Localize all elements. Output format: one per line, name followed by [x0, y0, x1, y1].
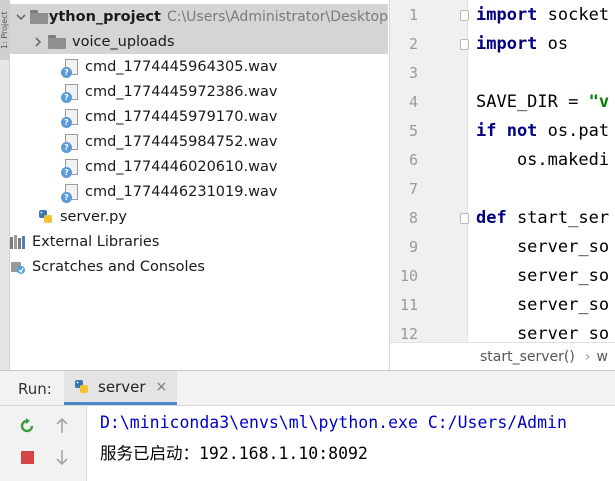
tab-label: server	[98, 377, 146, 396]
unknown-file-icon: ?	[61, 133, 78, 153]
project-name: python_project	[38, 8, 161, 25]
line-number: 4	[408, 93, 418, 111]
unknown-file-icon: ?	[61, 183, 78, 203]
scratches-icon	[10, 259, 26, 275]
code-line: os.makedi	[476, 150, 610, 170]
file-name: cmd_1774445984752.wav	[85, 133, 278, 150]
run-label: Run:	[18, 380, 52, 398]
stop-icon[interactable]	[17, 447, 37, 467]
folder-icon	[30, 9, 46, 24]
chevron-right-icon: ›	[584, 349, 591, 365]
code-line: import os	[476, 34, 569, 54]
code-line: import socket	[476, 5, 610, 25]
unknown-file-icon: ?	[61, 108, 78, 128]
code-line: server_so	[476, 266, 610, 286]
close-icon[interactable]: ×	[155, 379, 167, 395]
code-line: server_so	[476, 237, 610, 257]
scratches-label: Scratches and Consoles	[32, 258, 205, 275]
line-number: 3	[408, 64, 418, 82]
chevron-right-icon[interactable]	[32, 36, 44, 48]
console-tools	[0, 406, 87, 481]
file-name: cmd_1774445979170.wav	[85, 108, 278, 125]
line-number: 9	[408, 238, 418, 256]
chevron-down-icon[interactable]	[16, 11, 26, 23]
tree-folder-voice-uploads[interactable]: voice_uploads	[10, 29, 388, 54]
console-line: 服务已启动：192.168.1.10:8092	[100, 444, 368, 463]
line-number: 10	[399, 267, 418, 285]
project-tree: python_project C:\Users\Administrator\De…	[10, 0, 388, 370]
tree-external-libraries[interactable]: External Libraries	[10, 229, 388, 254]
code-line: server so	[476, 324, 610, 344]
arrow-down-icon[interactable]	[52, 447, 72, 467]
tree-file-row[interactable]: ? cmd_1774446020610.wav	[10, 154, 388, 179]
tree-file-row[interactable]: ? cmd_1774445984752.wav	[10, 129, 388, 154]
arrow-up-icon[interactable]	[52, 416, 72, 436]
run-toolbar: Run: server ×	[0, 371, 615, 406]
tab-server[interactable]: server ×	[64, 371, 178, 405]
breadcrumb-item[interactable]: w	[596, 349, 607, 365]
code-line: SAVE_DIR = "v	[476, 92, 610, 112]
line-number: 5	[408, 122, 418, 140]
tree-file-row[interactable]: ? cmd_1774445972386.wav	[10, 79, 388, 104]
line-number: 12	[399, 325, 418, 343]
line-number: 7	[408, 180, 418, 198]
unknown-file-icon: ?	[61, 158, 78, 178]
line-number: 6	[408, 151, 418, 169]
project-path: C:\Users\Administrator\Desktop	[166, 8, 388, 25]
tree-file-row[interactable]: ? cmd_1774445964305.wav	[10, 54, 388, 79]
tree-file-row[interactable]: ? cmd_1774446231019.wav	[10, 179, 388, 204]
folder-name: voice_uploads	[72, 33, 175, 50]
code-editor[interactable]: 1 2 3 4 5 6 7 8 9 10 11 12 import socket…	[390, 0, 615, 370]
file-name: cmd_1774445972386.wav	[85, 83, 278, 100]
code-line: if not os.pat	[476, 121, 610, 141]
fold-marker-icon[interactable]	[460, 39, 469, 50]
tree-file-row[interactable]: ? cmd_1774445979170.wav	[10, 104, 388, 129]
project-tool-button[interactable]: 1: Project	[0, 0, 9, 60]
console-output[interactable]: D:\miniconda3\envs\ml\python.exe C:/User…	[87, 406, 615, 481]
tree-root-row[interactable]: python_project C:\Users\Administrator\De…	[10, 4, 388, 29]
tree-file-server-py[interactable]: server.py	[10, 204, 388, 229]
breadcrumb: start_server() › w	[390, 342, 615, 370]
folder-icon	[48, 34, 66, 49]
line-number: 2	[408, 35, 418, 53]
breadcrumb-item[interactable]: start_server()	[480, 349, 575, 365]
python-icon	[74, 379, 90, 395]
line-number: 8	[408, 209, 418, 227]
fold-marker-icon[interactable]	[460, 213, 469, 224]
library-icon	[10, 234, 26, 249]
console-line: D:\miniconda3\envs\ml\python.exe C:/User…	[100, 413, 567, 432]
line-number: 11	[399, 296, 418, 314]
file-name: cmd_1774446020610.wav	[85, 158, 278, 175]
rerun-icon[interactable]	[17, 416, 37, 436]
line-number: 1	[408, 6, 418, 24]
unknown-file-icon: ?	[61, 58, 78, 78]
file-name: cmd_1774445964305.wav	[85, 58, 278, 75]
file-name: cmd_1774446231019.wav	[85, 183, 278, 200]
fold-marker-icon[interactable]	[460, 10, 469, 21]
code-line: server_so	[476, 295, 610, 315]
unknown-file-icon: ?	[61, 83, 78, 103]
file-name: server.py	[60, 208, 127, 225]
left-tool-strip: 1: Project	[0, 0, 10, 370]
tree-scratches[interactable]: Scratches and Consoles	[10, 254, 388, 279]
external-libraries-label: External Libraries	[32, 233, 160, 250]
python-file-icon	[38, 209, 54, 225]
code-line: def start_ser	[476, 208, 610, 228]
